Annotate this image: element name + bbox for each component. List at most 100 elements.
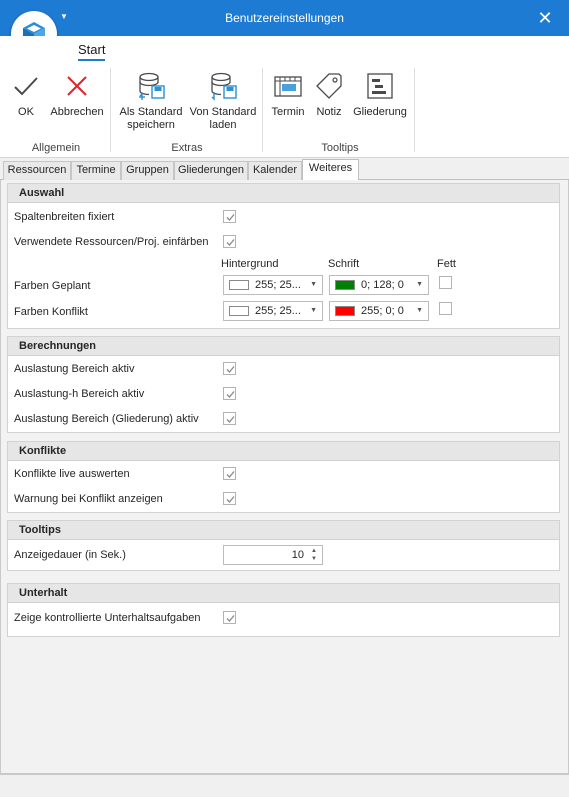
label-auslastung-h: Auslastung-h Bereich aktiv	[14, 388, 145, 400]
load-from-default-label-1: Von Standard	[189, 106, 257, 118]
color-picker-konflikt-background[interactable]: 255; 25... ▼	[223, 301, 323, 321]
dropdown-arrow-icon: ▼	[416, 281, 423, 288]
load-from-default-label-2: laden	[209, 119, 237, 131]
tab-strip: Ressourcen Termine Gruppen Gliederungen …	[0, 158, 569, 181]
color-value: 255; 25...	[255, 305, 301, 317]
checkbox-konflikt-warnung[interactable]	[223, 492, 236, 505]
color-value: 0; 128; 0	[361, 279, 404, 291]
tab-weiteres[interactable]: Weiteres	[302, 159, 359, 181]
tag-icon	[316, 73, 342, 99]
dropdown-arrow-icon: ▼	[310, 281, 317, 288]
save-as-default-button[interactable]: Als Standard speichern	[116, 70, 186, 132]
database-load-icon	[211, 72, 237, 101]
ribbon-group-allgemein: OK Abbrechen Allgemein	[4, 66, 108, 154]
label-auslastung: Auslastung Bereich aktiv	[14, 363, 135, 375]
ribbon-separator	[262, 68, 263, 152]
section-unterhalt: Unterhalt Zeige kontrollierte Unterhalts…	[7, 583, 560, 637]
color-picker-geplant-font[interactable]: 0; 128; 0 ▼	[329, 275, 429, 295]
checkbox-konflikte-live[interactable]	[223, 467, 236, 480]
status-bar	[0, 774, 569, 797]
settings-panel: Auswahl Spaltenbreiten fixiert Verwendet…	[0, 180, 569, 774]
checkbox-kontrollierte-unterhaltsaufgaben[interactable]	[223, 611, 236, 624]
check-icon	[226, 416, 235, 423]
anzeigedauer-stepper[interactable]: 10 ▲ ▼	[223, 545, 323, 565]
ok-label: OK	[18, 106, 34, 118]
ribbon-separator	[414, 68, 415, 152]
ribbon: OK Abbrechen Allgemein Als Standard spei…	[0, 62, 569, 158]
load-from-default-button[interactable]: Von Standard laden	[188, 70, 258, 132]
check-icon	[226, 391, 235, 398]
section-title: Tooltips	[8, 521, 559, 540]
section-tooltips: Tooltips Anzeigedauer (in Sek.) 10 ▲ ▼	[7, 520, 560, 571]
section-title: Konflikte	[8, 442, 559, 461]
check-icon	[226, 214, 235, 221]
color-value: 255; 0; 0	[361, 305, 404, 317]
color-value: 255; 25...	[255, 279, 301, 291]
checkbox-fett-konflikt[interactable]	[439, 302, 452, 315]
ribbon-group-extras: Als Standard speichern Von Standard lade…	[114, 66, 260, 154]
tooltip-gliederung-button[interactable]: Gliederung	[350, 70, 410, 119]
ribbon-tab-row: Start	[0, 36, 569, 62]
cancel-label: Abbrechen	[50, 106, 104, 118]
section-auswahl: Auswahl Spaltenbreiten fixiert Verwendet…	[7, 183, 560, 329]
notiz-label: Notiz	[316, 106, 342, 118]
label-auslastung-gliederung: Auslastung Bereich (Gliederung) aktiv	[14, 413, 199, 425]
close-button[interactable]: ✕	[533, 6, 557, 30]
color-swatch	[229, 280, 249, 290]
label-spaltenbreiten: Spaltenbreiten fixiert	[14, 211, 115, 223]
dropdown-arrow-icon: ▼	[310, 307, 317, 314]
check-icon	[226, 366, 235, 373]
ribbon-separator	[110, 68, 111, 152]
tab-termine[interactable]: Termine	[71, 161, 121, 180]
termin-label: Termin	[271, 106, 305, 118]
checkbox-auslastung[interactable]	[223, 362, 236, 375]
label-kontrollierte-unterhaltsaufgaben: Zeige kontrollierte Unterhaltsaufgaben	[14, 612, 201, 624]
checkbox-fett-geplant[interactable]	[439, 276, 452, 289]
database-save-icon	[139, 72, 165, 100]
tooltip-termin-button[interactable]: Termin	[268, 70, 308, 119]
column-header-fett: Fett	[437, 258, 456, 270]
color-picker-konflikt-font[interactable]: 255; 0; 0 ▼	[329, 301, 429, 321]
tooltip-notiz-button[interactable]: Notiz	[312, 70, 346, 119]
checkbox-auslastung-h[interactable]	[223, 387, 236, 400]
color-swatch	[335, 280, 355, 290]
tab-ressourcen[interactable]: Ressourcen	[3, 161, 71, 180]
tab-gliederungen[interactable]: Gliederungen	[174, 161, 248, 180]
ribbon-group-tooltips: Termin Notiz Gliederung Tooltips	[266, 66, 414, 154]
color-picker-geplant-background[interactable]: 255; 25... ▼	[223, 275, 323, 295]
check-icon	[226, 239, 235, 246]
ribbon-group-label-tooltips: Tooltips	[321, 142, 359, 154]
title-bar: ▼ Benutzereinstellungen ✕	[0, 0, 569, 36]
ribbon-group-label-allgemein: Allgemein	[31, 142, 81, 154]
checkbox-spaltenbreiten[interactable]	[223, 210, 236, 223]
stepper-arrows-icon[interactable]: ▲ ▼	[309, 547, 319, 563]
label-farben-geplant: Farben Geplant	[14, 280, 91, 292]
section-konflikte: Konflikte Konflikte live auswerten Warnu…	[7, 441, 560, 513]
color-swatch	[229, 306, 249, 316]
window-title: Benutzereinstellungen	[225, 11, 344, 25]
color-swatch	[335, 306, 355, 316]
ribbon-tab-start[interactable]: Start	[78, 42, 106, 61]
check-icon	[226, 615, 235, 622]
outline-icon	[367, 73, 393, 99]
gliederung-label: Gliederung	[353, 106, 407, 118]
checkbox-auslastung-gliederung[interactable]	[223, 412, 236, 425]
dropdown-arrow-icon: ▼	[416, 307, 423, 314]
cancel-button[interactable]: Abbrechen	[48, 70, 106, 119]
tab-kalender[interactable]: Kalender	[248, 161, 302, 180]
column-header-schrift: Schrift	[328, 258, 360, 270]
tab-gruppen[interactable]: Gruppen	[121, 161, 174, 180]
checkbox-ressourcen-einfaerben[interactable]	[223, 235, 236, 248]
close-icon	[67, 76, 87, 96]
ok-button[interactable]: OK	[8, 70, 44, 119]
section-title: Auswahl	[8, 184, 559, 203]
label-ressourcen-einfaerben: Verwendete Ressourcen/Proj. einfärben	[14, 236, 209, 248]
check-icon	[226, 496, 235, 503]
check-icon	[226, 471, 235, 478]
stepper-value: 10	[291, 549, 304, 561]
label-konflikte-live: Konflikte live auswerten	[14, 468, 130, 480]
section-berechnungen: Berechnungen Auslastung Bereich aktiv Au…	[7, 336, 560, 433]
section-title: Unterhalt	[8, 584, 559, 603]
checkmark-icon	[14, 77, 38, 96]
label-konflikt-warnung: Warnung bei Konflikt anzeigen	[14, 493, 163, 505]
